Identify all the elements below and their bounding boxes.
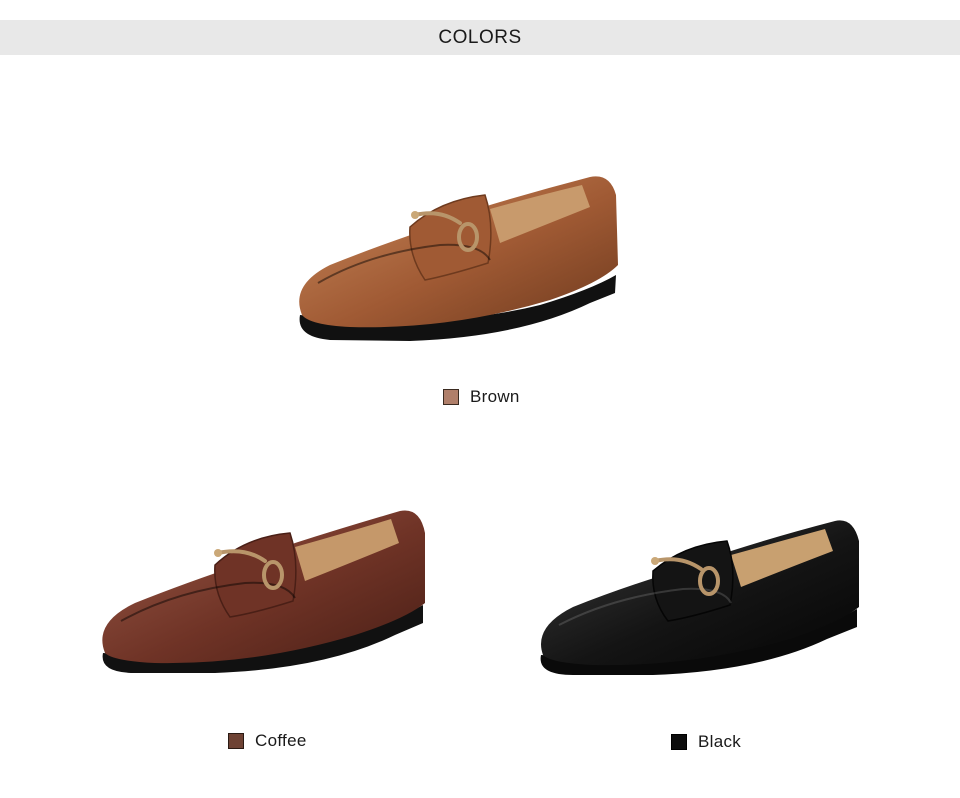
color-option-coffee[interactable]: Coffee [228, 731, 307, 751]
section-header: COLORS [0, 20, 960, 55]
product-image-brown[interactable] [290, 165, 630, 350]
product-image-black[interactable] [535, 515, 865, 680]
loafer-illustration [540, 520, 859, 675]
swatch-brown [443, 389, 459, 405]
color-label-brown: Brown [470, 387, 520, 406]
swatch-coffee [228, 733, 244, 749]
section-title: COLORS [438, 26, 522, 48]
color-label-coffee: Coffee [255, 731, 307, 750]
loafer-illustration [299, 176, 618, 341]
product-image-coffee[interactable] [95, 505, 435, 680]
swatch-black [671, 734, 687, 750]
color-label-black: Black [698, 732, 742, 751]
loafer-illustration [102, 510, 425, 673]
color-option-brown[interactable]: Brown [443, 387, 520, 407]
color-option-black[interactable]: Black [671, 732, 741, 752]
